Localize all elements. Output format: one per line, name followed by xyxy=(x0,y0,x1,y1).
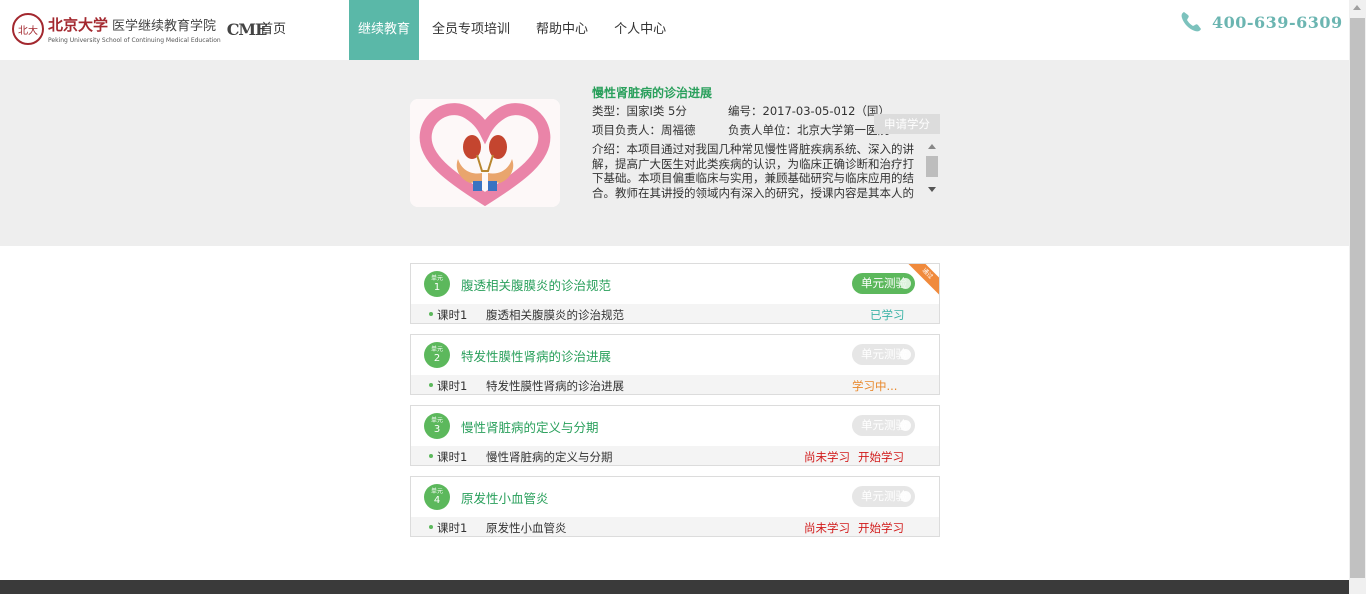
course-code: 编号：2017-03-05-012（国） xyxy=(728,104,890,118)
lesson-name[interactable]: 特发性膜性肾病的诊治进展 xyxy=(486,378,624,394)
unit-card: 单元 2 特发性膜性肾病的诊治进展 单元测验 课时1 特发性膜性肾病的诊治进展 … xyxy=(410,334,940,395)
unit-header: 单元 4 原发性小血管炎 单元测验 xyxy=(411,477,939,517)
lesson-status: 尚未学习 xyxy=(804,521,850,535)
logo-school-name: 医学继续教育学院 xyxy=(112,19,217,34)
unit-test-button[interactable]: 单元测验 xyxy=(852,415,915,436)
unit-number-badge: 单元 4 xyxy=(424,484,450,510)
unit-card: 单元 3 慢性肾脏病的定义与分期 单元测验 课时1 慢性肾脏病的定义与分期 尚未… xyxy=(410,405,940,466)
lesson-name[interactable]: 原发性小血管炎 xyxy=(486,520,567,536)
top-header: 北大 北京大学 医学继续教育学院 Peking University Schoo… xyxy=(0,0,1349,60)
apply-credit-label: 申请学分 xyxy=(884,117,930,131)
unit-header: 单元 1 腹透相关腹膜炎的诊治规范 单元测验 通过 xyxy=(411,264,939,304)
unit-badge-number: 3 xyxy=(433,424,441,435)
unit-test-button[interactable]: 单元测验 xyxy=(852,273,915,294)
course-unit: 负责人单位：北京大学第一医院 xyxy=(728,123,889,137)
lesson-number: 课时1 xyxy=(437,521,468,535)
lesson-name[interactable]: 慢性肾脏病的定义与分期 xyxy=(486,449,613,465)
course-title: 慢性肾脏病的诊治进展 xyxy=(592,86,713,100)
lesson-row: 课时1 慢性肾脏病的定义与分期 尚未学习 开始学习 xyxy=(411,446,939,465)
nav-continuing-education[interactable]: 继续教育 xyxy=(349,0,420,60)
apply-credit-button[interactable]: 申请学分 xyxy=(874,114,940,134)
unit-header: 单元 3 慢性肾脏病的定义与分期 单元测验 xyxy=(411,406,939,446)
course-info: 慢性肾脏病的诊治进展 类型：国家I类 5分 编号：2017-03-05-012（… xyxy=(592,84,940,200)
lesson-row: 课时1 原发性小血管炎 尚未学习 开始学习 xyxy=(411,517,939,536)
clock-icon xyxy=(900,491,911,502)
lesson-name[interactable]: 腹透相关腹膜炎的诊治规范 xyxy=(486,307,624,323)
unit-card: 单元 1 腹透相关腹膜炎的诊治规范 单元测验 通过 课时1 腹透相关腹膜炎的诊治… xyxy=(410,263,940,324)
lesson-status: 已学习 xyxy=(870,308,905,322)
main-nav: 首页 继续教育 全员专项培训 帮助中心 个人中心 xyxy=(247,0,679,60)
bullet-dot-icon xyxy=(429,312,433,316)
unit-number-badge: 单元 3 xyxy=(424,413,450,439)
unit-badge-number: 2 xyxy=(433,353,441,364)
start-learning-link[interactable]: 开始学习 xyxy=(858,449,904,465)
scroll-up-arrow-icon[interactable] xyxy=(928,144,936,149)
bullet-dot-icon xyxy=(429,383,433,387)
lesson-status: 尚未学习 xyxy=(804,450,850,464)
unit-title[interactable]: 特发性膜性肾病的诊治进展 xyxy=(461,346,611,365)
course-intro: 介绍：本项目通过对我国几种常见慢性肾脏疾病系统、深入的讲解，提高广大医生对此类疾… xyxy=(592,142,914,200)
start-learning-link[interactable]: 开始学习 xyxy=(858,520,904,536)
university-seal-icon: 北大 xyxy=(12,13,44,45)
unit-badge-number: 4 xyxy=(433,495,441,506)
logo-text: 北京大学 医学继续教育学院 Peking University School o… xyxy=(48,14,221,44)
page-footer xyxy=(0,580,1349,594)
nav-special-training[interactable]: 全员专项培训 xyxy=(419,0,523,60)
lesson-number: 课时1 xyxy=(437,379,468,393)
bullet-dot-icon xyxy=(429,454,433,458)
scroll-up-arrow-icon[interactable] xyxy=(1353,5,1361,10)
intro-scrollbar[interactable] xyxy=(924,142,940,200)
clock-icon xyxy=(900,420,911,431)
page-scroll-thumb[interactable] xyxy=(1350,18,1365,578)
unit-title[interactable]: 腹透相关腹膜炎的诊治规范 xyxy=(461,275,611,294)
course-leader: 项目负责人：周福德 xyxy=(592,123,696,137)
unit-number-badge: 单元 1 xyxy=(424,271,450,297)
kidney-heart-illustration xyxy=(410,99,560,207)
unit-card: 单元 4 原发性小血管炎 单元测验 课时1 原发性小血管炎 尚未学习 开始学习 xyxy=(410,476,940,537)
clock-icon xyxy=(900,349,911,360)
lesson-number: 课时1 xyxy=(437,308,468,322)
course-banner: 慢性肾脏病的诊治进展 类型：国家I类 5分 编号：2017-03-05-012（… xyxy=(0,60,1349,246)
unit-title[interactable]: 原发性小血管炎 xyxy=(461,488,549,507)
phone-number: 400-639-6309 xyxy=(1212,12,1343,32)
course-intro-box[interactable]: 介绍：本项目通过对我国几种常见慢性肾脏疾病系统、深入的讲解，提高广大医生对此类疾… xyxy=(592,142,940,200)
unit-title[interactable]: 慢性肾脏病的定义与分期 xyxy=(461,417,599,436)
phone-icon xyxy=(1181,12,1201,32)
bullet-dot-icon xyxy=(429,525,433,529)
unit-test-button[interactable]: 单元测验 xyxy=(852,486,915,507)
nav-personal-center[interactable]: 个人中心 xyxy=(601,0,679,60)
scroll-down-arrow-icon[interactable] xyxy=(928,187,936,192)
lesson-status: 学习中... xyxy=(852,379,898,393)
site-logo[interactable]: 北大 北京大学 医学继续教育学院 Peking University Schoo… xyxy=(12,10,267,48)
scroll-thumb[interactable] xyxy=(926,156,938,177)
course-cover-image xyxy=(410,99,560,207)
unit-number-badge: 单元 2 xyxy=(424,342,450,368)
logo-english-name: Peking University School of Continuing M… xyxy=(48,37,221,44)
lesson-number: 课时1 xyxy=(437,450,468,464)
logo-university-name: 北京大学 xyxy=(48,16,109,34)
lesson-row: 课时1 腹透相关腹膜炎的诊治规范 已学习 xyxy=(411,304,939,323)
page-scrollbar[interactable] xyxy=(1349,0,1366,594)
course-type: 类型：国家I类 5分 xyxy=(592,104,687,118)
nav-help-center[interactable]: 帮助中心 xyxy=(523,0,601,60)
unit-list: 单元 1 腹透相关腹膜炎的诊治规范 单元测验 通过 课时1 腹透相关腹膜炎的诊治… xyxy=(410,263,940,547)
unit-header: 单元 2 特发性膜性肾病的诊治进展 单元测验 xyxy=(411,335,939,375)
nav-home[interactable]: 首页 xyxy=(247,0,299,60)
unit-badge-number: 1 xyxy=(433,282,441,293)
unit-test-button[interactable]: 单元测验 xyxy=(852,344,915,365)
lesson-row: 课时1 特发性膜性肾病的诊治进展 学习中... xyxy=(411,375,939,394)
clock-icon xyxy=(900,278,911,289)
hotline: 400-639-6309 xyxy=(1178,9,1343,35)
